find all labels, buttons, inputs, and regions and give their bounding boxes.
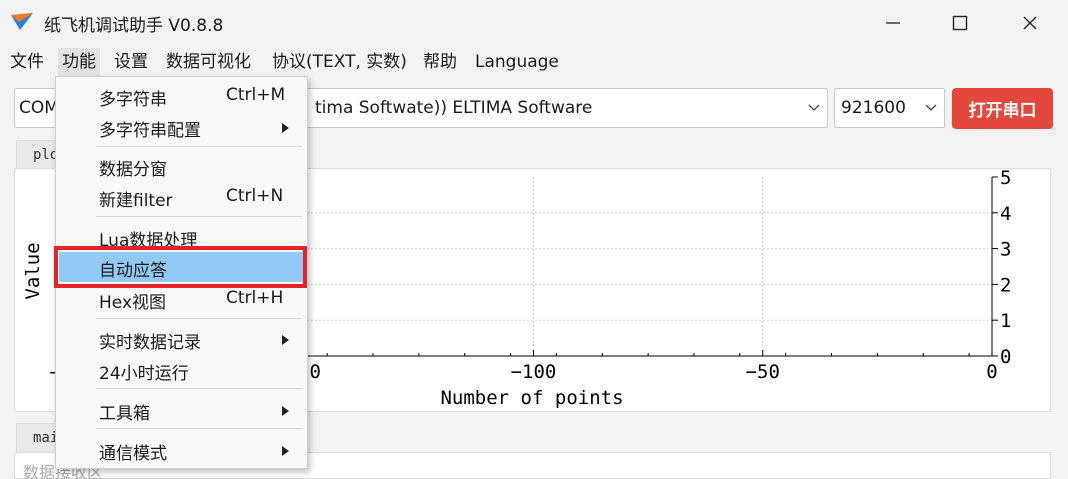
menu-item-label: 数据分窗 xyxy=(99,160,167,180)
menu-item-label: 实时数据记录 xyxy=(99,333,201,353)
menu-item-label: 工具箱 xyxy=(99,404,150,424)
maximize-button[interactable] xyxy=(935,6,985,40)
menu-separator xyxy=(96,428,302,429)
menu-settings[interactable]: 设置 xyxy=(110,48,152,76)
baud-rate-select[interactable]: 921600 xyxy=(834,88,945,128)
menu-item-multi-string-config[interactable]: 多字符串配置 xyxy=(56,112,307,142)
menu-item-shortcut: Ctrl+H xyxy=(226,288,284,308)
menu-item-shortcut: Ctrl+M xyxy=(226,85,286,105)
close-icon xyxy=(1023,16,1037,30)
baud-rate-value: 921600 xyxy=(841,98,906,118)
menu-language[interactable]: Language xyxy=(471,48,563,76)
port-value-left: COM xyxy=(19,98,59,118)
menu-item-label: 多字符串配置 xyxy=(99,121,201,141)
port-value-right: tima Softwate)) ELTIMA Software xyxy=(315,98,593,118)
open-port-button[interactable]: 打开串口 xyxy=(952,88,1053,129)
menu-separator xyxy=(96,388,302,389)
close-button[interactable] xyxy=(1005,6,1055,40)
menu-item-label: 通信模式 xyxy=(99,444,167,464)
menu-separator xyxy=(96,216,302,217)
highlight-annotation-box xyxy=(54,246,307,288)
title-bar: 纸飞机调试助手 V0.8.8 xyxy=(0,0,1068,44)
menu-separator xyxy=(96,146,302,147)
chevron-down-icon xyxy=(925,104,937,111)
menu-item-shortcut: Ctrl+N xyxy=(226,186,284,206)
menu-function[interactable]: 功能 xyxy=(58,48,100,76)
menu-item-label: Hex视图 xyxy=(99,293,167,313)
plot-y-ticks: 0 1 2 3 4 5 xyxy=(992,169,1011,368)
submenu-arrow-icon xyxy=(282,446,289,456)
minimize-button[interactable] xyxy=(868,6,918,40)
maximize-icon xyxy=(952,15,968,31)
menu-file[interactable]: 文件 xyxy=(6,48,48,76)
menu-item-data-split-window[interactable]: 数据分窗 xyxy=(56,151,307,181)
plot-y-tick-label: 0 xyxy=(1000,346,1011,368)
chevron-down-icon xyxy=(808,104,820,111)
menu-item-realtime-logging[interactable]: 实时数据记录 xyxy=(56,324,307,354)
menu-item-multi-string[interactable]: 多字符串 Ctrl+M xyxy=(56,81,307,111)
paper-plane-icon xyxy=(11,13,33,30)
menu-item-hex-view[interactable]: Hex视图 Ctrl+H xyxy=(56,284,307,314)
menu-item-label: 新建filter xyxy=(99,191,173,211)
plot-y-tick-label: 2 xyxy=(1000,274,1011,296)
submenu-arrow-icon xyxy=(282,406,289,416)
menu-item-toolbox[interactable]: 工具箱 xyxy=(56,395,307,425)
minimize-icon xyxy=(886,22,900,24)
submenu-arrow-icon xyxy=(282,335,289,345)
plot-x-tick-label: −100 xyxy=(511,361,557,383)
menu-protocol[interactable]: 协议(TEXT, 实数) xyxy=(268,48,411,76)
plot-y-tick-label: 1 xyxy=(1000,310,1011,332)
menu-separator xyxy=(96,318,302,319)
menu-item-label: 24小时运行 xyxy=(99,364,189,384)
menu-item-24h-run[interactable]: 24小时运行 xyxy=(56,355,307,385)
menu-help[interactable]: 帮助 xyxy=(419,48,461,76)
window-title: 纸飞机调试助手 V0.8.8 xyxy=(44,16,224,36)
menu-item-comm-mode[interactable]: 通信模式 xyxy=(56,435,307,465)
plot-x-tick-label: 0 xyxy=(986,361,997,383)
plot-y-tick-label: 3 xyxy=(1000,239,1011,261)
plot-xlabel: Number of points xyxy=(440,387,623,409)
plot-ylabel: Value xyxy=(22,242,44,299)
plot-x-tick-label: −50 xyxy=(746,361,780,383)
submenu-arrow-icon xyxy=(282,123,289,133)
menu-item-label: 多字符串 xyxy=(99,90,167,110)
plot-y-tick-label: 4 xyxy=(1000,203,1011,225)
menu-data-visualization[interactable]: 数据可视化 xyxy=(162,48,255,76)
menu-item-new-filter[interactable]: 新建filter Ctrl+N xyxy=(56,182,307,212)
menu-bar: 文件 功能 设置 数据可视化 协议(TEXT, 实数) 帮助 Language xyxy=(0,44,1068,78)
plot-y-tick-label: 5 xyxy=(1000,169,1011,189)
